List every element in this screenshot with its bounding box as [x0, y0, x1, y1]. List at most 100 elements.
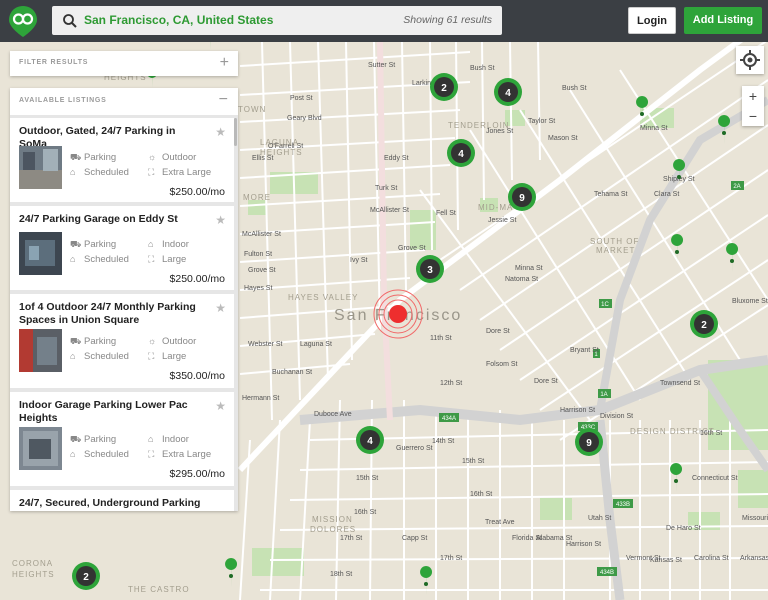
zoom-out-button[interactable]: − — [742, 106, 764, 126]
filter-results-panel[interactable]: FILTER RESULTS + — [10, 51, 238, 76]
listing-card[interactable]: Indoor Garage Parking Lower Pac Heights … — [10, 392, 234, 486]
svg-text:Taylor St: Taylor St — [528, 118, 555, 125]
svg-text:Eddy St: Eddy St — [384, 155, 409, 162]
filter-title: FILTER RESULTS — [19, 59, 89, 66]
car-icon: ⛟ — [70, 239, 82, 249]
svg-text:Jessie St: Jessie St — [488, 217, 516, 224]
svg-text:Minna St: Minna St — [515, 265, 543, 272]
home-icon: ⌂ — [148, 239, 154, 249]
cluster-marker[interactable]: 9 — [575, 428, 603, 456]
svg-text:Tehama St: Tehama St — [594, 191, 628, 198]
star-icon[interactable]: ★ — [215, 301, 226, 315]
attr-parking: ⛟ Parking — [70, 239, 117, 250]
listings-panel: AVAILABLE LISTINGS − Outdoor, Gated, 24/… — [10, 88, 238, 511]
listing-card[interactable]: 1of 4 Outdoor 24/7 Monthly Parking Space… — [10, 294, 234, 388]
attr-size: ⛶ Large — [148, 351, 187, 362]
logo-icon[interactable] — [6, 4, 40, 38]
cluster-count: 2 — [701, 320, 707, 331]
cluster-marker[interactable]: 2 — [72, 562, 100, 590]
svg-text:434B: 434B — [600, 570, 614, 576]
svg-text:18th St: 18th St — [330, 571, 352, 578]
svg-text:Dore St: Dore St — [534, 378, 558, 385]
star-icon[interactable]: ★ — [215, 213, 226, 227]
cluster-count: 4 — [505, 88, 511, 99]
cluster-marker[interactable]: 4 — [447, 139, 475, 167]
svg-text:Folsom St: Folsom St — [486, 361, 518, 368]
svg-text:Laguna St: Laguna St — [300, 341, 332, 348]
tag-icon: ⌂ — [70, 351, 76, 361]
zoom-controls: + − — [742, 86, 764, 126]
svg-text:14th St: 14th St — [432, 438, 454, 445]
listing-price: $350.00/mo — [169, 370, 225, 382]
listing-thumbnail[interactable] — [19, 146, 62, 189]
listings-header[interactable]: AVAILABLE LISTINGS − — [10, 88, 238, 115]
cluster-count: 2 — [83, 572, 89, 583]
svg-text:Buchanan St: Buchanan St — [272, 369, 312, 376]
search-input[interactable]: San Francisco, CA, United States — [84, 13, 273, 27]
svg-text:Hermann St: Hermann St — [242, 395, 279, 402]
cluster-marker[interactable]: 4 — [494, 78, 522, 106]
listing-title[interactable]: 1of 4 Outdoor 24/7 Monthly Parking Space… — [19, 301, 201, 327]
listing-thumbnail[interactable] — [19, 427, 62, 470]
listing-thumbnail[interactable] — [19, 232, 62, 275]
svg-text:Post St: Post St — [290, 95, 313, 102]
svg-text:HEIGHTS: HEIGHTS — [12, 570, 55, 579]
svg-text:Sutter St: Sutter St — [368, 62, 395, 69]
listing-price: $250.00/mo — [169, 273, 225, 285]
svg-text:CORONA: CORONA — [12, 559, 53, 568]
svg-text:SOUTH OF: SOUTH OF — [590, 237, 639, 246]
svg-text:Minna St: Minna St — [640, 125, 668, 132]
svg-text:MISSION: MISSION — [312, 515, 353, 524]
svg-text:Fell St: Fell St — [436, 210, 456, 217]
svg-text:DOLORES: DOLORES — [310, 525, 356, 534]
svg-text:16th St: 16th St — [470, 491, 492, 498]
zoom-in-button[interactable]: + — [742, 86, 764, 106]
plus-icon[interactable]: + — [220, 54, 229, 72]
listings-title: AVAILABLE LISTINGS — [19, 97, 107, 104]
listing-card[interactable]: 24/7, Secured, Underground Parking Spot … — [10, 490, 234, 511]
attr-schedule: ⌂ Scheduled — [70, 254, 129, 265]
svg-text:Webster St: Webster St — [248, 341, 283, 348]
svg-text:12th St: 12th St — [440, 380, 462, 387]
star-icon[interactable]: ★ — [215, 399, 226, 413]
svg-text:MORE: MORE — [243, 193, 271, 202]
expand-icon: ⛶ — [148, 254, 155, 264]
svg-text:Treat Ave: Treat Ave — [485, 519, 515, 526]
tag-icon: ⌂ — [70, 254, 76, 264]
svg-text:Bush St: Bush St — [562, 85, 587, 92]
svg-text:Grove St: Grove St — [398, 245, 426, 252]
cluster-marker[interactable]: 2 — [430, 73, 458, 101]
listing-thumbnail[interactable] — [19, 329, 62, 372]
listing-card[interactable]: 24/7 Parking Garage on Eddy St ★ ⛟ Parkin… — [10, 206, 234, 290]
svg-text:Grove St: Grove St — [248, 267, 276, 274]
listing-title[interactable]: 24/7, Secured, Underground Parking Spot … — [19, 497, 201, 511]
svg-text:Geary Blvd: Geary Blvd — [287, 115, 322, 122]
listing-card[interactable]: Outdoor, Gated, 24/7 Parking in SoMa ★ ⛟… — [10, 118, 234, 202]
locate-button[interactable] — [736, 46, 764, 74]
svg-text:15th St: 15th St — [356, 475, 378, 482]
attr-parking: ⛟ Parking — [70, 336, 117, 347]
star-icon[interactable]: ★ — [215, 125, 226, 139]
sun-icon: ☼ — [148, 336, 157, 346]
listing-title[interactable]: Indoor Garage Parking Lower Pac Heights — [19, 399, 201, 425]
listing-title[interactable]: 24/7 Parking Garage on Eddy St — [19, 213, 201, 226]
attr-size: ⛶ Large — [148, 254, 187, 265]
attr-space: ☼ Outdoor — [148, 336, 197, 347]
svg-text:THE CASTRO: THE CASTRO — [128, 585, 190, 594]
cluster-marker[interactable]: 3 — [416, 255, 444, 283]
cluster-marker[interactable]: 9 — [508, 183, 536, 211]
svg-text:Ivy St: Ivy St — [350, 257, 368, 264]
cluster-marker[interactable]: 2 — [690, 310, 718, 338]
expand-icon: ⛶ — [148, 167, 155, 177]
add-listing-button[interactable]: Add Listing — [684, 7, 762, 34]
svg-text:Fulton St: Fulton St — [244, 251, 272, 258]
location-search[interactable]: San Francisco, CA, United States Showing… — [52, 6, 502, 35]
login-button[interactable]: Login — [628, 7, 676, 34]
attr-size: ⛶ Extra Large — [148, 449, 212, 460]
minus-icon[interactable]: − — [219, 91, 228, 109]
attr-space: ⌂ Indoor — [148, 434, 189, 445]
tag-icon: ⌂ — [70, 449, 76, 459]
cluster-marker[interactable]: 4 — [356, 426, 384, 454]
svg-text:17th St: 17th St — [440, 555, 462, 562]
listings-scrollbar[interactable] — [234, 118, 237, 146]
